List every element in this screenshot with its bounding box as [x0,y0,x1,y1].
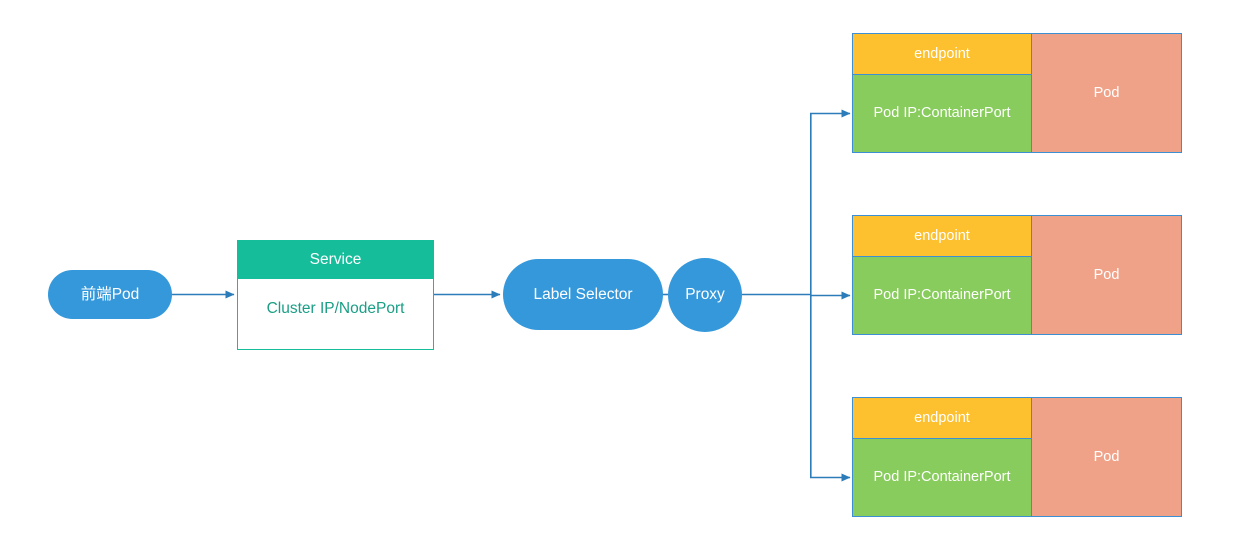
endpoint-label: endpoint [914,45,970,62]
node-frontend-pod[interactable]: 前端Pod [48,270,172,319]
node-proxy-label: Proxy [685,286,725,304]
node-frontend-pod-label: 前端Pod [80,285,140,303]
endpoint-address: Pod IP:ContainerPort [853,439,1031,516]
node-service-body-label: Cluster IP/NodePort [266,300,405,317]
node-service-body: Cluster IP/NodePort [238,279,433,349]
endpoint-stack: endpoint Pod IP:ContainerPort [852,33,1032,153]
endpoint-header: endpoint [853,34,1031,75]
endpoint-address: Pod IP:ContainerPort [853,75,1031,152]
endpoint-stack: endpoint Pod IP:ContainerPort [852,397,1032,517]
endpoint-header: endpoint [853,398,1031,439]
endpoint-label: endpoint [914,227,970,244]
node-proxy[interactable]: Proxy [668,258,742,332]
pod-box[interactable]: Pod [1031,397,1182,517]
node-service-header-label: Service [309,251,362,269]
endpoint-address-label: Pod IP:ContainerPort [873,469,1011,486]
pod-box-label: Pod [1093,84,1120,101]
diagram-canvas: 前端Pod Service Cluster IP/NodePort Label … [0,0,1248,550]
endpoint-stack: endpoint Pod IP:ContainerPort [852,215,1032,335]
endpoint-address: Pod IP:ContainerPort [853,257,1031,334]
endpoint-address-label: Pod IP:ContainerPort [873,105,1011,122]
pod-group[interactable]: endpoint Pod IP:ContainerPort Pod [852,33,1182,153]
pod-group[interactable]: endpoint Pod IP:ContainerPort Pod [852,397,1182,517]
pod-box[interactable]: Pod [1031,215,1182,335]
endpoint-label: endpoint [914,409,970,426]
pod-box[interactable]: Pod [1031,33,1182,153]
pod-box-label: Pod [1093,448,1120,465]
node-service[interactable]: Service Cluster IP/NodePort [237,240,434,350]
node-service-header: Service [238,241,433,279]
pod-box-label: Pod [1093,266,1120,283]
node-label-selector-label: Label Selector [533,285,633,303]
pod-group[interactable]: endpoint Pod IP:ContainerPort Pod [852,215,1182,335]
endpoint-header: endpoint [853,216,1031,257]
node-label-selector[interactable]: Label Selector [503,259,663,330]
endpoint-address-label: Pod IP:ContainerPort [873,287,1011,304]
